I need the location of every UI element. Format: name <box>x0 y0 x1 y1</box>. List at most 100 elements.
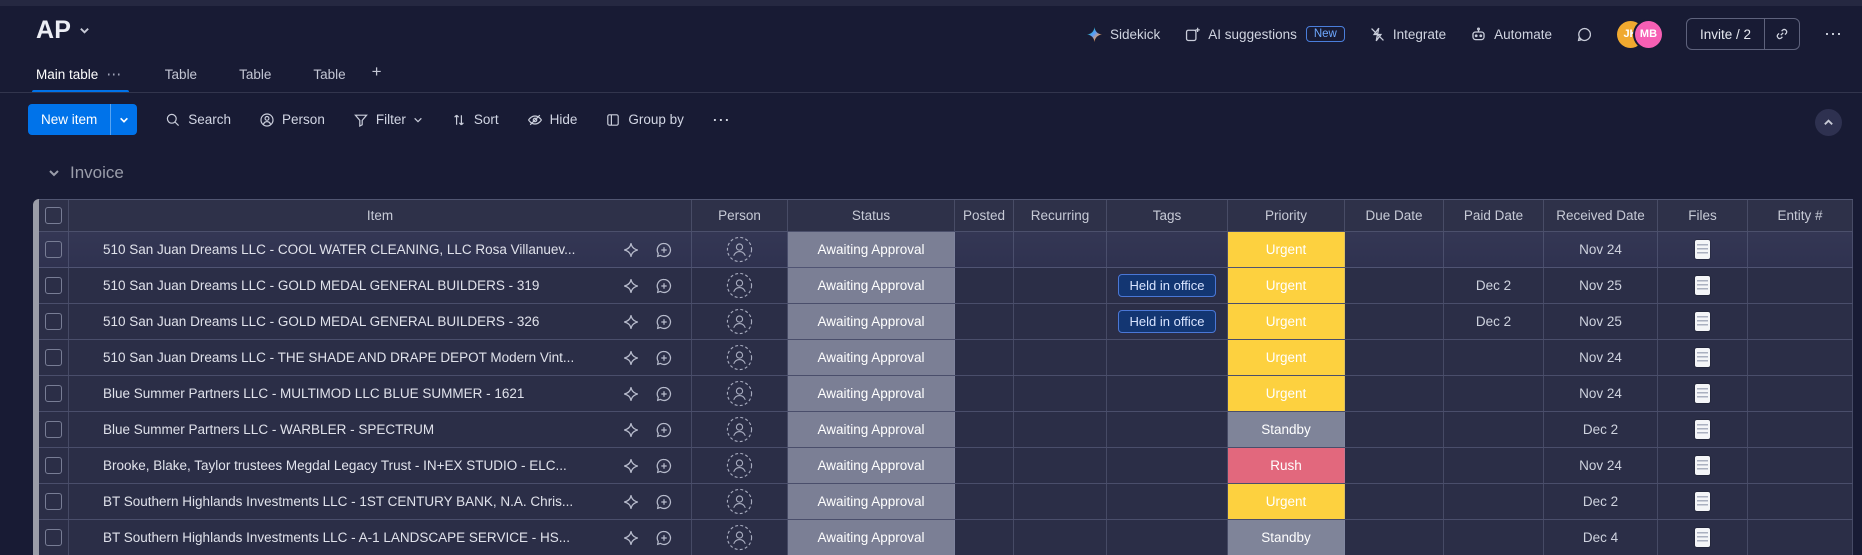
received-date-cell[interactable]: Nov 24 <box>1544 376 1658 411</box>
board-more-menu[interactable]: ⋯ <box>1824 25 1844 43</box>
add-view-button[interactable]: + <box>362 62 392 92</box>
add-update-icon[interactable] <box>655 385 673 403</box>
person-cell[interactable] <box>692 304 788 339</box>
posted-cell[interactable] <box>955 484 1014 519</box>
received-date-cell[interactable]: Nov 24 <box>1544 340 1658 375</box>
posted-cell[interactable] <box>955 448 1014 483</box>
received-date-cell[interactable]: Nov 24 <box>1544 232 1658 267</box>
column-header-person[interactable]: Person <box>692 200 788 231</box>
item-name[interactable]: 510 San Juan Dreams LLC - THE SHADE AND … <box>103 350 610 365</box>
tags-cell[interactable] <box>1107 448 1228 483</box>
row-select-cell[interactable] <box>39 412 69 447</box>
tags-cell[interactable]: Held in office <box>1107 268 1228 303</box>
entity-cell[interactable] <box>1748 520 1853 555</box>
collapse-header-button[interactable] <box>1815 109 1842 136</box>
add-update-icon[interactable] <box>655 277 673 295</box>
person-cell[interactable] <box>692 484 788 519</box>
tab-table-3[interactable]: Table <box>287 67 361 92</box>
automate-button[interactable]: Automate <box>1470 26 1552 43</box>
row-select-cell[interactable] <box>39 268 69 303</box>
recurring-cell[interactable] <box>1014 268 1107 303</box>
integrate-button[interactable]: Integrate <box>1369 26 1446 43</box>
invite-button[interactable]: Invite / 2 <box>1685 18 1800 50</box>
priority-cell[interactable]: Urgent <box>1228 376 1345 411</box>
sparkle-icon[interactable] <box>622 421 640 439</box>
board-title[interactable]: AP <box>36 16 71 45</box>
row-select-cell[interactable] <box>39 340 69 375</box>
files-cell[interactable] <box>1658 520 1748 555</box>
recurring-cell[interactable] <box>1014 448 1107 483</box>
item-cell[interactable]: BT Southern Highlands Investments LLC - … <box>69 484 692 519</box>
sparkle-icon[interactable] <box>622 457 640 475</box>
item-cell[interactable]: 510 San Juan Dreams LLC - THE SHADE AND … <box>69 340 692 375</box>
row-checkbox[interactable] <box>45 385 62 402</box>
add-update-icon[interactable] <box>655 421 673 439</box>
group-by-button[interactable]: Group by <box>605 112 684 128</box>
column-header-priority[interactable]: Priority <box>1228 200 1345 231</box>
add-update-icon[interactable] <box>655 529 673 547</box>
due-date-cell[interactable] <box>1345 304 1444 339</box>
due-date-cell[interactable] <box>1345 268 1444 303</box>
row-checkbox[interactable] <box>45 241 62 258</box>
paid-date-cell[interactable] <box>1444 376 1544 411</box>
item-cell[interactable]: 510 San Juan Dreams LLC - GOLD MEDAL GEN… <box>69 268 692 303</box>
row-select-cell[interactable] <box>39 304 69 339</box>
due-date-cell[interactable] <box>1345 340 1444 375</box>
paid-date-cell[interactable] <box>1444 232 1544 267</box>
copy-link-section[interactable] <box>1764 19 1799 49</box>
posted-cell[interactable] <box>955 520 1014 555</box>
row-select-cell[interactable] <box>39 232 69 267</box>
entity-cell[interactable] <box>1748 304 1853 339</box>
paid-date-cell[interactable]: Dec 2 <box>1444 268 1544 303</box>
row-checkbox[interactable] <box>45 457 62 474</box>
avatar-group[interactable]: JK MB <box>1616 20 1662 48</box>
file-document-icon[interactable] <box>1695 312 1710 331</box>
paid-date-cell[interactable]: Dec 2 <box>1444 304 1544 339</box>
add-update-icon[interactable] <box>655 493 673 511</box>
file-document-icon[interactable] <box>1695 384 1710 403</box>
status-cell[interactable]: Awaiting Approval <box>788 484 955 519</box>
status-cell[interactable]: Awaiting Approval <box>788 520 955 555</box>
person-cell[interactable] <box>692 448 788 483</box>
file-document-icon[interactable] <box>1695 348 1710 367</box>
new-item-button[interactable]: New item <box>28 104 138 135</box>
entity-cell[interactable] <box>1748 412 1853 447</box>
due-date-cell[interactable] <box>1345 448 1444 483</box>
due-date-cell[interactable] <box>1345 376 1444 411</box>
item-cell[interactable]: Blue Summer Partners LLC - WARBLER - SPE… <box>69 412 692 447</box>
status-cell[interactable]: Awaiting Approval <box>788 376 955 411</box>
priority-cell[interactable]: Urgent <box>1228 484 1345 519</box>
sidekick-button[interactable]: Sidekick <box>1086 26 1160 43</box>
add-update-icon[interactable] <box>655 457 673 475</box>
paid-date-cell[interactable] <box>1444 484 1544 519</box>
sparkle-icon[interactable] <box>622 241 640 259</box>
due-date-cell[interactable] <box>1345 232 1444 267</box>
chat-button[interactable] <box>1576 26 1593 43</box>
person-cell[interactable] <box>692 520 788 555</box>
column-header-files[interactable]: Files <box>1658 200 1748 231</box>
posted-cell[interactable] <box>955 304 1014 339</box>
toolbar-more-menu[interactable]: ⋯ <box>712 111 732 129</box>
tab-table-2[interactable]: Table <box>213 67 287 92</box>
row-select-cell[interactable] <box>39 520 69 555</box>
due-date-cell[interactable] <box>1345 484 1444 519</box>
files-cell[interactable] <box>1658 232 1748 267</box>
person-filter-button[interactable]: Person <box>259 112 325 128</box>
files-cell[interactable] <box>1658 304 1748 339</box>
column-header-recurring[interactable]: Recurring <box>1014 200 1107 231</box>
row-checkbox[interactable] <box>45 421 62 438</box>
paid-date-cell[interactable] <box>1444 520 1544 555</box>
entity-cell[interactable] <box>1748 484 1853 519</box>
files-cell[interactable] <box>1658 484 1748 519</box>
tags-cell[interactable] <box>1107 232 1228 267</box>
paid-date-cell[interactable] <box>1444 340 1544 375</box>
person-cell[interactable] <box>692 232 788 267</box>
item-cell[interactable]: Brooke, Blake, Taylor trustees Megdal Le… <box>69 448 692 483</box>
received-date-cell[interactable]: Nov 25 <box>1544 304 1658 339</box>
column-header-paid-date[interactable]: Paid Date <box>1444 200 1544 231</box>
priority-cell[interactable]: Urgent <box>1228 232 1345 267</box>
recurring-cell[interactable] <box>1014 232 1107 267</box>
status-cell[interactable]: Awaiting Approval <box>788 340 955 375</box>
files-cell[interactable] <box>1658 448 1748 483</box>
invite-label[interactable]: Invite / 2 <box>1687 19 1764 49</box>
